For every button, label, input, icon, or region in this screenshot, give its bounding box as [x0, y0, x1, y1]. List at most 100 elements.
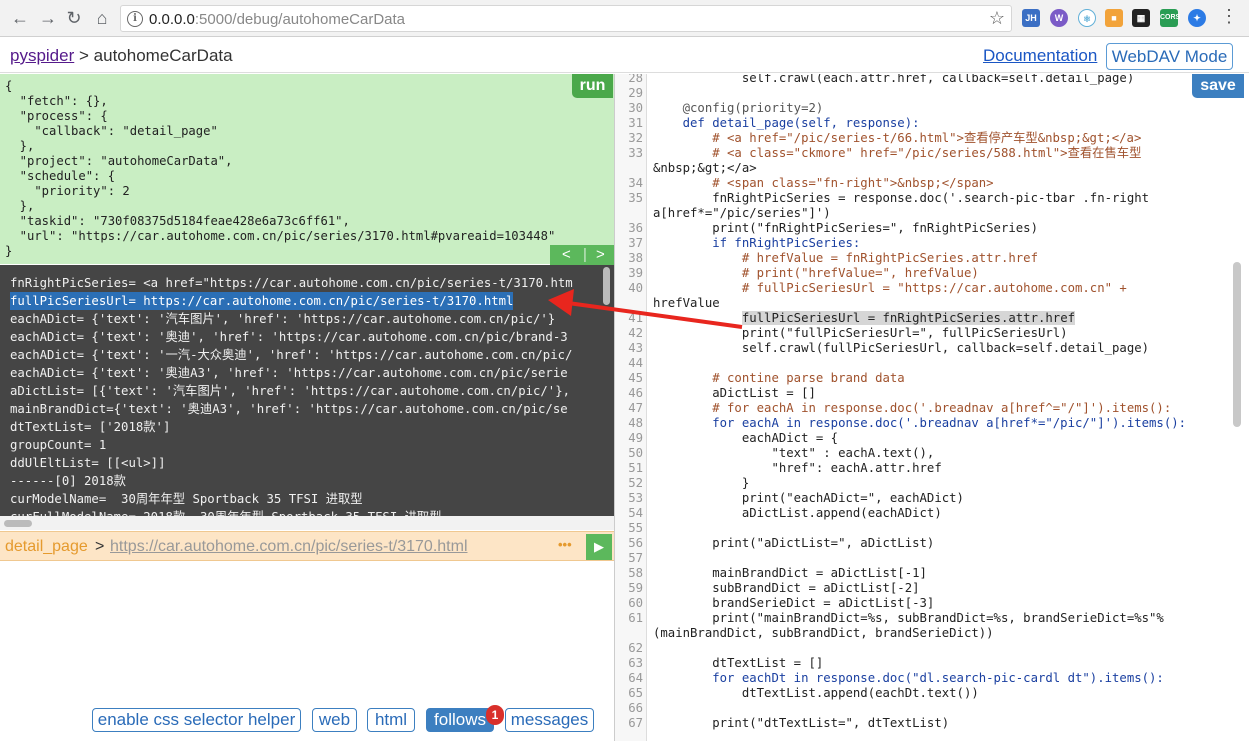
code-line[interactable]: subBrandDict = aDictList[-2]: [653, 581, 919, 596]
code-line[interactable]: for eachDt in response.doc("dl.search-pi…: [653, 671, 1164, 686]
back-icon[interactable]: ←: [8, 6, 32, 30]
code-line[interactable]: hrefValue: [653, 296, 720, 311]
chrome-menu-icon[interactable]: ⋮: [1220, 6, 1238, 27]
pager-prev-button[interactable]: <: [562, 245, 571, 265]
info-icon[interactable]: i: [127, 11, 143, 27]
line-number: 43: [628, 341, 643, 355]
line-number: 50: [628, 446, 643, 460]
code-line[interactable]: mainBrandDict = aDictList[-1]: [653, 566, 927, 581]
extension-w-icon[interactable]: W: [1050, 9, 1068, 27]
editor-scrollbar[interactable]: [1233, 262, 1241, 427]
code-line[interactable]: dtTextList.append(eachDt.text()): [653, 686, 979, 701]
forward-icon[interactable]: →: [36, 6, 60, 30]
bookmark-star-icon[interactable]: ☆: [989, 8, 1005, 29]
code-line[interactable]: aDictList.append(eachADict): [653, 506, 942, 521]
output-line: ddUlEltList= [[<ul>]]: [10, 456, 166, 470]
code-line[interactable]: @config(priority=2): [653, 101, 824, 116]
code-line[interactable]: # <a href="/pic/series-t/66.html">查看停产车型…: [653, 131, 1141, 146]
extension-qr-icon[interactable]: ▦: [1132, 9, 1150, 27]
line-number: 61: [628, 611, 643, 625]
line-number: 45: [628, 371, 643, 385]
pyspider-link[interactable]: pyspider: [10, 46, 74, 65]
documentation-link[interactable]: Documentation: [983, 46, 1097, 66]
line-number: 30: [628, 101, 643, 115]
code-line[interactable]: aDictList = []: [653, 386, 816, 401]
code-line[interactable]: self.crawl(fullPicSeriesUrl, callback=se…: [653, 341, 1149, 356]
code-line[interactable]: (mainBrandDict, subBrandDict, brandSerie…: [653, 626, 994, 641]
line-number: 55: [628, 521, 643, 535]
extension-blue-icon[interactable]: ✦: [1188, 9, 1206, 27]
code-line[interactable]: eachADict = {: [653, 431, 838, 446]
line-number: 36: [628, 221, 643, 235]
code-line[interactable]: a[href*="/pic/series"]'): [653, 206, 831, 221]
address-bar[interactable]: i 0.0.0.0:5000/debug/autohomeCarData ☆: [120, 5, 1012, 32]
line-number: 62: [628, 641, 643, 655]
line-number-gutter: 28 29 30 31 32 33 34 35 36 37 38 39 40 41 42 43 44 45 46 47…: [615, 74, 647, 741]
code-line[interactable]: if fnRightPicSeries:: [653, 236, 860, 251]
code-line[interactable]: # for eachA in response.doc('.breadnav a…: [653, 401, 1171, 416]
line-number: 29: [628, 86, 643, 100]
output-vertical-scrollbar[interactable]: [603, 267, 610, 305]
save-button[interactable]: save: [1192, 74, 1244, 98]
code-line[interactable]: "text" : eachA.text(),: [653, 446, 934, 461]
code-line[interactable]: print("fnRightPicSeries=", fnRightPicSer…: [653, 221, 1038, 236]
output-horizontal-scrollbar[interactable]: [4, 520, 32, 527]
code-line[interactable]: for eachA in response.doc('.breadnav a[h…: [653, 416, 1186, 431]
line-number: 41: [628, 311, 643, 325]
code-editor[interactable]: 28 29 30 31 32 33 34 35 36 37 38 39 40 41 42 43 44 45 46 47…: [615, 74, 1249, 741]
tab-web[interactable]: web: [312, 708, 357, 732]
line-number: 51: [628, 461, 643, 475]
line-number: 65: [628, 686, 643, 700]
task-json-text[interactable]: { "fetch": {}, "process": { "callback": …: [5, 79, 555, 259]
extension-orange-icon[interactable]: ■: [1105, 9, 1123, 27]
line-number: 28: [628, 74, 643, 85]
code-line[interactable]: self.crawl(each.attr.href, callback=self…: [653, 74, 1134, 86]
follow-url-link[interactable]: https://car.autohome.com.cn/pic/series-t…: [110, 538, 468, 556]
code-line[interactable]: brandSerieDict = aDictList[-3]: [653, 596, 934, 611]
code-line[interactable]: print("dtTextList=", dtTextList): [653, 716, 949, 731]
tab-follows[interactable]: follows: [426, 708, 494, 732]
code-line[interactable]: # fullPicSeriesUrl = "https://car.autoho…: [653, 281, 1127, 296]
reload-icon[interactable]: ↻: [62, 6, 86, 30]
output-footer: [0, 516, 614, 530]
line-number: 42: [628, 326, 643, 340]
code-line[interactable]: &nbsp;&gt;</a>: [653, 161, 757, 176]
home-icon[interactable]: ⌂: [90, 6, 114, 30]
code-line[interactable]: # <a class="ckmore" href="/pic/series/58…: [653, 146, 1141, 161]
output-console[interactable]: fnRightPicSeries= <a href="https://car.a…: [0, 265, 614, 516]
code-line[interactable]: fnRightPicSeries = response.doc('.search…: [653, 191, 1149, 206]
follow-separator: >: [95, 538, 105, 555]
tab-messages[interactable]: messages: [505, 708, 594, 732]
pager-next-button[interactable]: >: [596, 245, 605, 265]
extension-jh-icon[interactable]: JH: [1022, 9, 1040, 27]
code-line[interactable]: # <span class="fn-right">&nbsp;</span>: [653, 176, 993, 191]
line-number: 53: [628, 491, 643, 505]
line-number: 67: [628, 716, 643, 730]
css-selector-helper-button[interactable]: enable css selector helper: [92, 708, 301, 732]
code-line[interactable]: }: [653, 476, 749, 491]
tab-html[interactable]: html: [367, 708, 415, 732]
code-line[interactable]: def detail_page(self, response):: [653, 116, 920, 131]
code-line[interactable]: print("aDictList=", aDictList): [653, 536, 934, 551]
run-button[interactable]: run: [572, 74, 613, 98]
line-number: 34: [628, 176, 643, 190]
extension-react-icon[interactable]: ⚛: [1078, 9, 1096, 27]
code-line[interactable]: fullPicSeriesUrl = fnRightPicSeries.attr…: [653, 311, 1075, 326]
code-line[interactable]: print("fullPicSeriesUrl=", fullPicSeries…: [653, 326, 1068, 341]
code-line[interactable]: "href": eachA.attr.href: [653, 461, 941, 476]
play-icon[interactable]: ▶: [586, 534, 612, 560]
webdav-mode-button[interactable]: WebDAV Mode: [1106, 43, 1233, 70]
code-line[interactable]: dtTextList = []: [653, 656, 823, 671]
more-icon[interactable]: •••: [558, 537, 572, 552]
extension-cors-icon[interactable]: CORS: [1160, 9, 1180, 27]
code-line[interactable]: # print("hrefValue=", hrefValue): [653, 266, 979, 281]
task-json-panel[interactable]: { "fetch": {}, "process": { "callback": …: [0, 74, 614, 264]
code-line[interactable]: print("mainBrandDict=%s, subBrandDict=%s…: [653, 611, 1164, 626]
browser-toolbar: ← → ↻ ⌂ i 0.0.0.0:5000/debug/autohomeCar…: [0, 0, 1249, 37]
output-line: dtTextList= ['2018款']: [10, 420, 171, 434]
code-line[interactable]: # hrefValue = fnRightPicSeries.attr.href: [653, 251, 1038, 266]
code-line[interactable]: print("eachADict=", eachADict): [653, 491, 964, 506]
app-header: pyspider > autohomeCarData Documentation…: [0, 38, 1249, 73]
code-line[interactable]: # contine parse brand data: [653, 371, 905, 386]
address-url[interactable]: 0.0.0.0:5000/debug/autohomeCarData: [149, 11, 405, 28]
